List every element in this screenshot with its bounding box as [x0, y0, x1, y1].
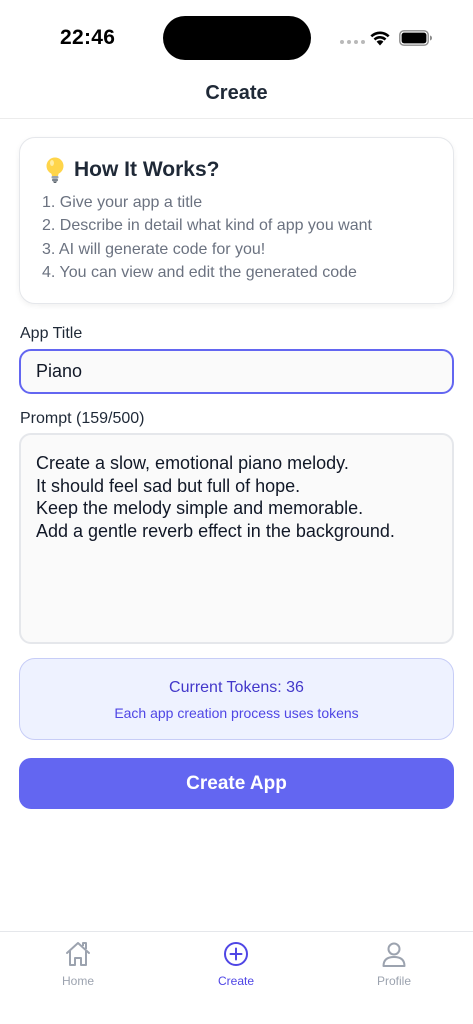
battery-icon: [399, 30, 432, 46]
cellular-signal-icon: [340, 40, 365, 44]
home-icon: [66, 942, 90, 966]
app-title-input[interactable]: [19, 349, 454, 394]
status-bar: 22:46: [0, 0, 473, 76]
tab-home[interactable]: Home: [38, 939, 118, 988]
current-tokens: Current Tokens: 36: [169, 679, 304, 696]
step-item: 4. You can view and edit the generated c…: [42, 263, 357, 281]
page-title: Create: [205, 82, 268, 104]
how-it-works-header: How It Works?: [42, 156, 433, 184]
dynamic-island: [163, 16, 311, 60]
step-item: 1. Give your app a title: [42, 194, 203, 211]
create-app-button[interactable]: Create App: [19, 758, 454, 809]
step-item: 3. AI will generate code for you!: [42, 240, 266, 258]
step-item: 2. Describe in detail what kind of app y…: [42, 217, 372, 235]
person-icon: [382, 942, 406, 967]
tab-label: Profile: [376, 974, 411, 988]
tokens-info-box: Current Tokens: 36 Each app creation pro…: [19, 658, 454, 740]
plus-circle-icon: [224, 942, 248, 966]
how-it-works-title: How It Works?: [74, 158, 220, 181]
wifi-icon: [370, 31, 390, 46]
tab-create[interactable]: Create: [196, 939, 276, 988]
how-it-works-card: How It Works? 1. Give your app a title 2…: [19, 137, 454, 304]
tab-label: Create: [217, 974, 255, 988]
app-title-label: App Title: [20, 325, 83, 342]
prompt-label: Prompt (159/500): [20, 410, 145, 427]
tab-label: Home: [61, 974, 94, 988]
prompt-textarea[interactable]: Create a slow, emotional piano melody. I…: [19, 433, 454, 644]
tokens-note: Each app creation process uses tokens: [114, 705, 359, 721]
nav-header: Create: [0, 76, 473, 119]
create-screen: 22:46 Create How It Works? 1. Give your …: [0, 0, 473, 1024]
steps-list: 1. Give your app a title 2. Describe in …: [42, 191, 433, 284]
lightbulb-icon: [46, 157, 64, 183]
tab-profile[interactable]: Profile: [354, 939, 434, 988]
status-time: 22:46: [60, 26, 116, 49]
tab-bar: Home Create Profile: [0, 931, 473, 1024]
